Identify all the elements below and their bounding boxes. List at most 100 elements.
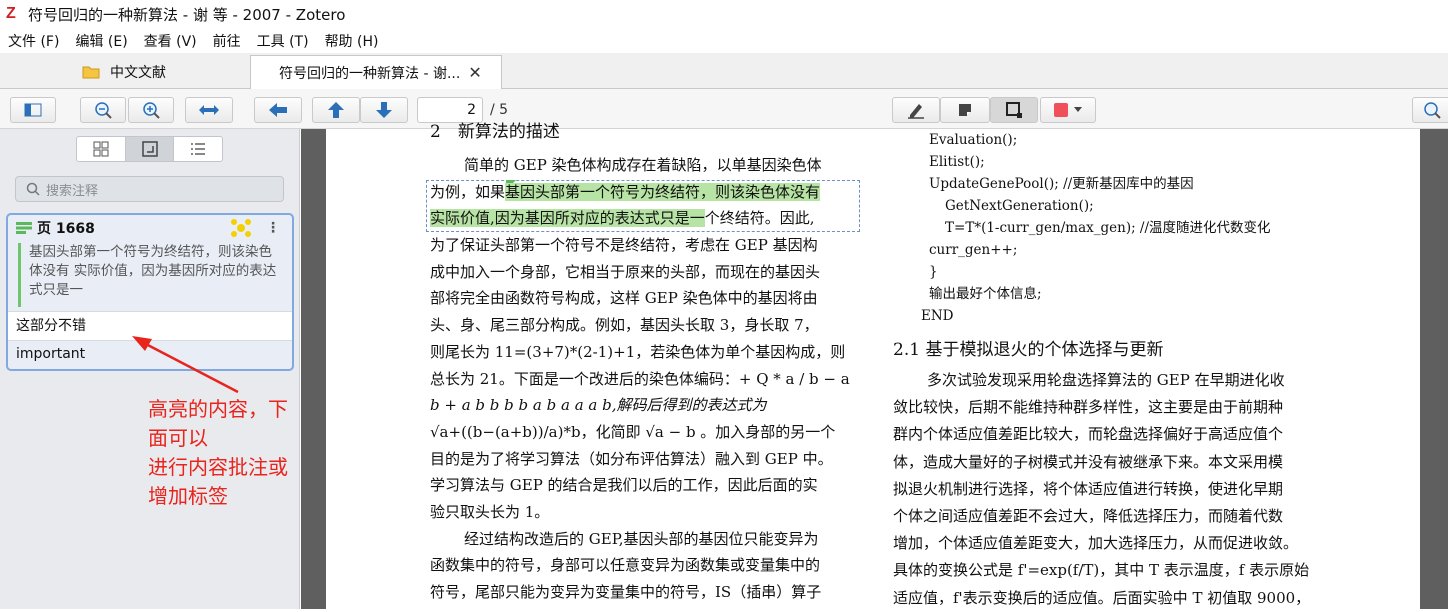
annotations-sidebar: 搜索注释 页 1668 ⋮ 基因头部第一个符号为终结符，则该染色体没有 实际价值… bbox=[0, 129, 300, 609]
outline-view-button[interactable] bbox=[174, 137, 222, 161]
pdf-line: 则尾长为 11=(3+7)*(2-1)+1，若染色体为单个基因构成，则 bbox=[430, 342, 846, 361]
pdf-line: 具体的变换公式是 f'=exp(f/T)，其中 T 表示温度，f 表示原始 bbox=[893, 561, 1310, 580]
zoom-in-button[interactable] bbox=[128, 97, 174, 123]
more-options-icon[interactable]: ⋮ bbox=[266, 220, 280, 236]
area-tool-button[interactable] bbox=[990, 97, 1038, 123]
page-total: / 5 bbox=[490, 102, 509, 118]
highlighted-text[interactable]: 基因头部第一个符号为终结符，则该染色体没有 bbox=[505, 182, 821, 201]
annotation-tag[interactable]: important bbox=[16, 346, 85, 362]
chevron-down-icon bbox=[1074, 107, 1082, 112]
pdf-line: 群内个体适应值差距比较大，而轮盘选择偏好于高适应值个 bbox=[893, 425, 1284, 444]
annotations-view-button[interactable] bbox=[125, 137, 175, 161]
pdf-line: 验只取头长为 1。 bbox=[430, 502, 550, 521]
next-page-button[interactable] bbox=[360, 97, 408, 123]
menu-file[interactable]: 文件 (F) bbox=[8, 31, 59, 51]
thumbnails-icon bbox=[93, 141, 109, 157]
pdf-text: 为例，如果 bbox=[430, 182, 506, 201]
pdf-line-highlighted[interactable]: 为例，如果基因头部第一个符号为终结符，则该染色体没有 bbox=[430, 179, 858, 206]
pdf-line: 成中加入一个身部，它相当于原来的头部，而现在的基因头 bbox=[430, 262, 821, 281]
code-line: 输出最好个体信息; bbox=[929, 286, 1042, 302]
code-line: Elitist(); bbox=[929, 154, 985, 170]
annotation-color-icon[interactable] bbox=[230, 218, 252, 238]
back-button[interactable] bbox=[254, 97, 302, 123]
menu-help[interactable]: 帮助 (H) bbox=[325, 31, 379, 51]
zoom-out-button[interactable] bbox=[80, 97, 126, 123]
annotation-page-label: 页 1668 bbox=[37, 221, 95, 237]
zotero-logo-icon: Z bbox=[6, 5, 16, 22]
pdf-line: 函数集中的符号，身部可以任意变异为函数集或变量集中的 bbox=[430, 556, 821, 575]
arrow-left-icon bbox=[269, 103, 287, 117]
folder-icon bbox=[82, 65, 100, 79]
pdf-line: 头、身、尾三部分构成。例如，基因头长取 3，身长取 7， bbox=[430, 316, 819, 335]
annotation-card[interactable]: 页 1668 ⋮ 基因头部第一个符号为终结符，则该染色体没有 实际价值，因为基因… bbox=[6, 213, 294, 371]
pdf-line: b + a b b b b a b a a a b,解码后得到的表达式为 bbox=[430, 396, 767, 415]
sidebar-toggle-icon bbox=[24, 103, 42, 117]
pdf-line: 适应值，f'表示变换后的适应值。后面实验中 T 初值取 9000， bbox=[893, 588, 1311, 607]
pdf-line: 增加，个体适应值差距变大，加大选择压力，从而促进收敛。 bbox=[893, 534, 1299, 553]
sticky-note-icon bbox=[959, 104, 971, 116]
previous-page-button[interactable] bbox=[312, 97, 360, 123]
highlighted-text[interactable]: 实际价值,因为基因所对应的表达式只是一 bbox=[430, 209, 705, 228]
section-heading-cutoff: 2 新算法的描述 bbox=[430, 122, 560, 142]
tab-library[interactable]: 中文文献 bbox=[0, 55, 250, 89]
annotation-header: 页 1668 ⋮ bbox=[8, 215, 292, 241]
pdf-line-highlighted[interactable]: 实际价值,因为基因所对应的表达式只是一个终结符。因此, bbox=[430, 205, 858, 232]
highlight-annotation-icon bbox=[16, 222, 32, 234]
search-icon bbox=[1424, 102, 1441, 119]
window-title: 符号回归的一种新算法 - 谢 等 - 2007 - Zotero bbox=[28, 5, 346, 24]
menu-go[interactable]: 前往 bbox=[213, 31, 241, 51]
highlight-tool-button[interactable] bbox=[892, 97, 940, 123]
pdf-line: 简单的 GEP 染色体构成存在着缺陷，以单基因染色体 bbox=[464, 156, 822, 174]
find-button[interactable] bbox=[1412, 97, 1448, 123]
pdf-line: 学习算法与 GEP 的结合是我们以后的工作，因此后面的实 bbox=[430, 476, 818, 495]
pdf-line: 多次试验发现采用轮盘选择算法的 GEP 在早期进化收 bbox=[927, 371, 1285, 389]
search-icon bbox=[26, 182, 40, 196]
pdf-line: 个体之间适应值差距不会过大，降低选择压力，而随着代数 bbox=[893, 506, 1284, 525]
viewer-right-margin bbox=[1420, 129, 1448, 609]
code-line: UpdateGenePool(); //更新基因库中的基因 bbox=[929, 176, 1194, 192]
close-icon[interactable]: ✕ bbox=[468, 63, 481, 82]
pdf-right-column: Evaluation(); Elitist(); UpdateGenePool(… bbox=[893, 129, 1323, 612]
reader-toolbar: 2 / 5 bbox=[0, 89, 1448, 129]
note-tool-button[interactable] bbox=[940, 97, 990, 123]
arrow-down-icon bbox=[376, 102, 392, 118]
tab-document-label: 符号回归的一种新算法 - 谢... bbox=[279, 65, 461, 82]
arrow-up-icon bbox=[328, 102, 344, 118]
highlighter-icon bbox=[908, 104, 924, 119]
code-line: } bbox=[929, 264, 938, 280]
tab-bar: 中文文献 符号回归的一种新算法 - 谢... ✕ bbox=[0, 53, 1448, 89]
thumbnails-view-button[interactable] bbox=[77, 137, 126, 161]
pdf-line: 部将完全由函数符号构成，这样 GEP 染色体中的基因将由 bbox=[430, 289, 818, 308]
code-line: T=T*(1-curr_gen/max_gen); //温度随进化代数变化 bbox=[945, 220, 1271, 236]
toggle-sidebar-button[interactable] bbox=[10, 97, 56, 123]
pdf-line: 体，造成大量好的子树模式并没有被继承下来。本文采用模 bbox=[893, 452, 1284, 471]
annotation-comment[interactable]: 这部分不错 bbox=[8, 311, 292, 341]
pdf-line: 总长为 21。下面是一个改进后的染色体编码：+ Q * a / b − a bbox=[430, 369, 850, 388]
pdf-line: 符号，尾部只能为变异为变量集中的符号，IS（插串）算子 bbox=[430, 583, 822, 601]
menu-edit[interactable]: 编辑 (E) bbox=[75, 31, 127, 51]
fit-width-button[interactable] bbox=[185, 97, 233, 123]
title-bar: Z 符号回归的一种新算法 - 谢 等 - 2007 - Zotero bbox=[0, 0, 1448, 28]
pdf-line: 经过结构改造后的 GEP,基因头部的基因位只能变异为 bbox=[464, 529, 819, 548]
callout-line-1: 高亮的内容，下面可以 bbox=[148, 397, 288, 450]
tab-document[interactable]: 符号回归的一种新算法 - 谢... ✕ bbox=[250, 55, 502, 89]
pdf-line: 拟退火机制进行选择，将个体适应值进行转换，使进化早期 bbox=[893, 479, 1284, 498]
search-placeholder: 搜索注释 bbox=[46, 183, 99, 199]
color-picker-button[interactable] bbox=[1040, 97, 1096, 123]
callout-line-2: 进行内容批注或增加标签 bbox=[148, 455, 288, 508]
pdf-line: √a+((b−(a+b))/a)*b，化简即 √a − b 。加入身部的另一个 bbox=[430, 422, 836, 441]
zoom-out-icon bbox=[95, 102, 112, 119]
annotation-search-input[interactable]: 搜索注释 bbox=[15, 176, 284, 202]
tab-library-label: 中文文献 bbox=[110, 65, 166, 81]
pdf-line: 目的是为了将学习算法（如分布评估算法）融入到 GEP 中。 bbox=[430, 449, 833, 468]
pdf-left-column: 简单的 GEP 染色体构成存在着缺陷，以单基因染色体 为例，如果基因头部第一个符… bbox=[430, 152, 858, 606]
sidebar-view-switcher bbox=[76, 136, 223, 162]
zoom-in-icon bbox=[143, 102, 160, 119]
menu-tools[interactable]: 工具 (T) bbox=[257, 31, 309, 51]
pdf-text: 个终结符。因此, bbox=[704, 209, 815, 228]
menu-view[interactable]: 查看 (V) bbox=[144, 31, 197, 51]
code-line: Evaluation(); bbox=[929, 132, 1018, 148]
pdf-line: 为了保证头部第一个符号不是终结符，考虑在 GEP 基因构 bbox=[430, 236, 818, 255]
color-swatch-icon bbox=[1054, 103, 1068, 117]
fit-width-icon bbox=[199, 105, 219, 115]
